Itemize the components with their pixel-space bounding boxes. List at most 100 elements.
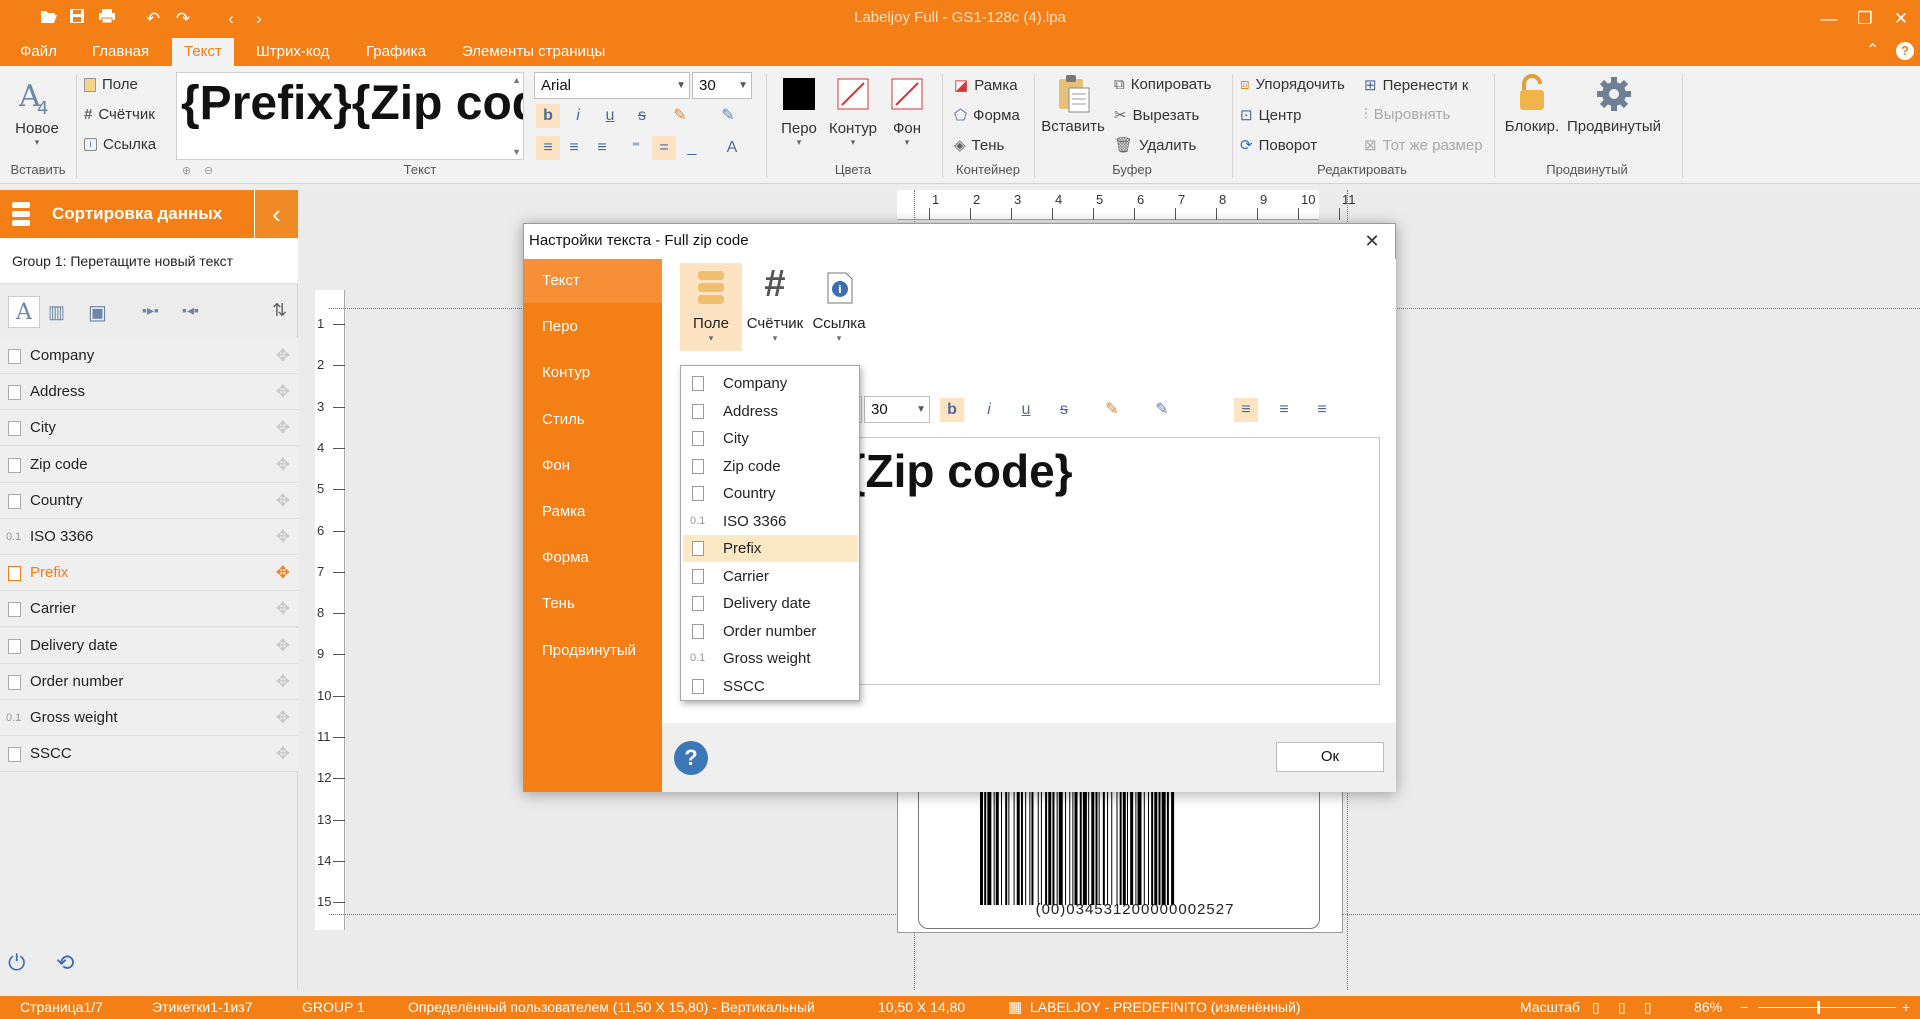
restore-button[interactable]: ❐ (1848, 4, 1882, 34)
insert-field-button[interactable]: Поле (84, 76, 138, 93)
dialog-counter-button[interactable]: # Счётчик ▾ (744, 263, 806, 351)
lock-button[interactable]: Блокир. (1502, 74, 1562, 135)
text-preview[interactable]: {Prefix}{Zip code} ▲ ▼ (176, 72, 524, 160)
shadow-button[interactable]: ◈ Тень (954, 136, 1004, 155)
zoom-slider[interactable] (1758, 1001, 1896, 1014)
dropdown-item[interactable]: City (683, 425, 858, 452)
drag-handle-icon[interactable]: ✥ (276, 700, 290, 736)
ok-button[interactable]: Ок (1276, 742, 1384, 772)
dialog-nav-item[interactable]: Тень (524, 582, 662, 626)
move-to-button[interactable]: ⊞ Перенести к (1364, 76, 1469, 95)
contour-color-button[interactable]: Контур ▾ (826, 78, 880, 148)
field-item[interactable]: Delivery date ✥ (0, 627, 298, 664)
refresh-icon[interactable]: ⟲ (56, 950, 74, 976)
drag-handle-icon[interactable]: ✥ (276, 338, 290, 374)
background-color-button[interactable]: Фон ▾ (884, 78, 930, 148)
dropdown-item[interactable]: 0.1 ISO 3366 (683, 508, 858, 535)
tab-text[interactable]: Текст (172, 38, 234, 66)
zoom-slider-thumb[interactable] (1817, 1001, 1821, 1014)
font-size-select[interactable]: 30 ▼ (692, 72, 752, 99)
dialog-nav-item[interactable]: Фон (524, 444, 662, 488)
delete-button[interactable]: 🗑 Удалить (1114, 136, 1196, 155)
dialog-align-left-button[interactable]: ≡ (1234, 398, 1258, 422)
same-size-button[interactable]: ⊠ Тот же размер (1364, 136, 1483, 155)
dialog-size-select[interactable]: 30 ▼ (864, 396, 930, 423)
tab-file[interactable]: Файл (8, 38, 69, 66)
drag-handle-icon[interactable]: ✥ (276, 736, 290, 772)
font-select[interactable]: Arial ▼ (534, 72, 690, 99)
dialog-text-color-icon[interactable]: ✎ (1150, 398, 1174, 422)
drag-handle-icon[interactable]: ✥ (276, 664, 290, 700)
dialog-close-button[interactable]: ✕ (1357, 226, 1387, 256)
field-item[interactable]: 0.1 Gross weight ✥ (0, 700, 298, 736)
copy-button[interactable]: ⧉ Копировать (1114, 76, 1211, 93)
dialog-align-right-button[interactable]: ≡ (1310, 398, 1334, 422)
pen-color-button[interactable]: Перо ▾ (776, 78, 822, 148)
field-item[interactable]: Prefix ✥ (0, 555, 298, 592)
dropdown-item[interactable]: Address (683, 398, 858, 425)
dialog-highlight-icon[interactable]: ✎ (1100, 398, 1124, 422)
align-center-button[interactable]: ≡ (562, 136, 586, 160)
drag-handle-icon[interactable]: ✥ (276, 410, 290, 446)
rotate-button[interactable]: ⟳ Поворот (1240, 136, 1317, 155)
dialog-nav-item[interactable]: Контур (524, 351, 662, 395)
valign-middle-button[interactable]: = (652, 136, 676, 160)
text-effects-icon[interactable]: A (720, 136, 744, 160)
dropdown-item[interactable]: Prefix (683, 535, 858, 562)
expand-icon[interactable]: ▪▸▪ (142, 302, 159, 319)
dropdown-item[interactable]: Delivery date (683, 590, 858, 617)
dropdown-item[interactable]: Order number (683, 618, 858, 645)
dialog-nav-item[interactable]: Текст (524, 259, 662, 303)
highlight-color-icon[interactable]: ✎ (668, 104, 692, 128)
paste-button[interactable]: Вставить (1040, 74, 1106, 135)
bold-button[interactable]: b (536, 104, 560, 128)
tab-page-elements[interactable]: Элементы страницы (450, 38, 617, 66)
scroll-down-icon[interactable]: ▼ (512, 147, 521, 157)
tab-home[interactable]: Главная (80, 38, 161, 66)
align-left-button[interactable]: ≡ (536, 136, 560, 160)
drag-handle-icon[interactable]: ✥ (276, 374, 290, 410)
drag-handle-icon[interactable]: ✥ (276, 519, 290, 555)
italic-button[interactable]: i (566, 104, 590, 128)
dialog-nav-item[interactable]: Рамка (524, 490, 662, 534)
dialog-nav-item[interactable]: Форма (524, 536, 662, 580)
center-button[interactable]: ⊡ Центр (1240, 106, 1302, 125)
add-image-icon[interactable]: ▣ (88, 300, 107, 325)
drag-handle-icon[interactable]: ✥ (276, 555, 290, 591)
collapse-ribbon-icon[interactable]: ⌃ (1866, 40, 1879, 60)
drag-handle-icon[interactable]: ✥ (276, 483, 290, 519)
tab-graphics[interactable]: Графика (354, 38, 438, 66)
frame-button[interactable]: ◪ Рамка (954, 76, 1018, 95)
new-text-button[interactable]: A4 Новое ▾ (12, 76, 62, 148)
sort-icon[interactable]: ⇅ (272, 300, 287, 321)
add-barcode-icon[interactable]: ▥ (48, 302, 65, 323)
text-color-icon[interactable]: ✎ (716, 104, 740, 128)
field-item[interactable]: SSCC ✥ (0, 736, 298, 773)
fit-width-icon[interactable]: ▯ (1618, 996, 1626, 1019)
dialog-align-center-button[interactable]: ≡ (1272, 398, 1296, 422)
drag-handle-icon[interactable]: ✥ (276, 591, 290, 627)
dialog-strike-button[interactable]: s (1052, 398, 1076, 422)
arrange-button[interactable]: ⧈ Упорядочить (1240, 76, 1345, 93)
minimize-button[interactable]: — (1812, 4, 1846, 34)
valign-bottom-button[interactable]: _ (680, 136, 704, 160)
field-item[interactable]: 0.1 ISO 3366 ✥ (0, 519, 298, 555)
dropdown-item[interactable]: Carrier (683, 563, 858, 590)
field-item[interactable]: Company ✥ (0, 338, 298, 374)
dialog-nav-item[interactable]: Продвинутый (524, 629, 662, 673)
shape-button[interactable]: ⬠ Форма (954, 106, 1020, 125)
collapse-icon[interactable]: ▪◂▪ (182, 302, 199, 319)
connect-icon[interactable]: ⏻ (8, 950, 25, 976)
fit-page-icon[interactable]: ▯ (1592, 996, 1600, 1019)
dialog-underline-button[interactable]: u (1014, 398, 1038, 422)
field-item[interactable]: Address ✥ (0, 374, 298, 411)
dialog-nav-item[interactable]: Перо (524, 305, 662, 349)
field-item[interactable]: City ✥ (0, 410, 298, 447)
dialog-nav-item[interactable]: Стиль (524, 398, 662, 442)
group-drop-target[interactable]: Group 1: Перетащите новый текст (0, 238, 298, 284)
scroll-up-icon[interactable]: ▲ (512, 75, 521, 85)
dialog-field-button[interactable]: Поле ▾ (680, 263, 742, 351)
dropdown-item[interactable]: Country (683, 480, 858, 507)
collapse-panel-button[interactable]: ‹ (254, 190, 298, 238)
help-icon[interactable]: ? (1896, 42, 1914, 60)
